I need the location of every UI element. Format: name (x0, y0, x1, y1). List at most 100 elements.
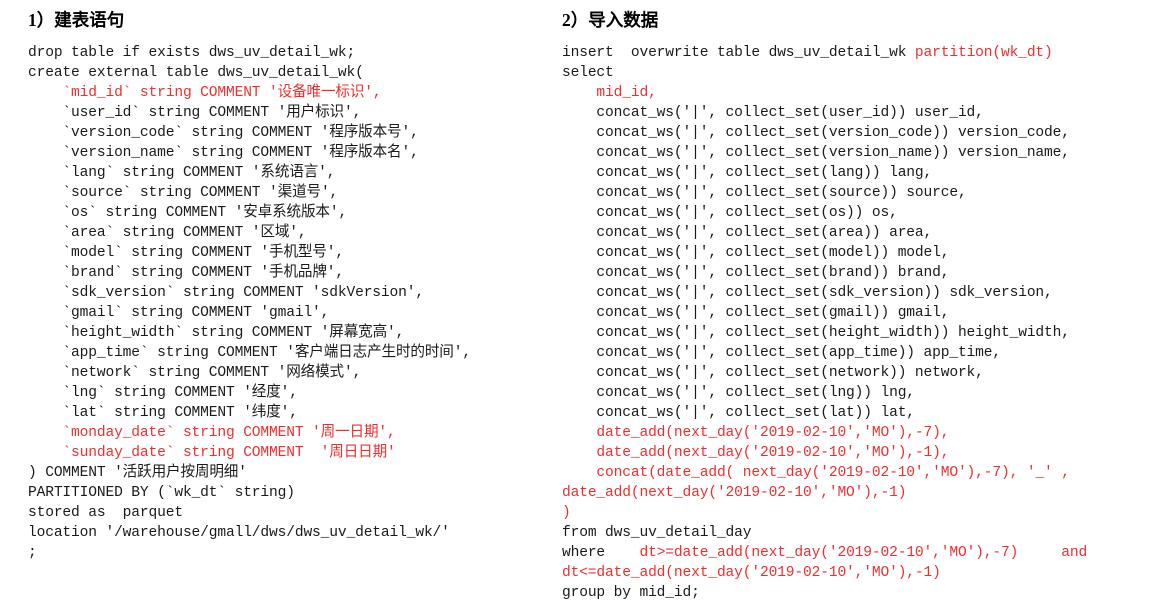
code-text: `model` string COMMENT '手机型号', (28, 245, 345, 261)
code-line: `model` string COMMENT '手机型号', (28, 243, 556, 263)
code-line: `app_time` string COMMENT '客户端日志产生时的时间', (28, 343, 556, 363)
code-line: `height_width` string COMMENT '屏幕宽高', (28, 323, 556, 343)
code-text: `app_time` string COMMENT '客户端日志产生时的时间', (28, 345, 471, 361)
code-line: drop table if exists dws_uv_detail_wk; (28, 43, 556, 63)
code-text: concat_ws('|', collect_set(network)) net… (562, 365, 984, 381)
code-text: concat_ws('|', collect_set(user_id)) use… (562, 105, 984, 121)
code-line: concat_ws('|', collect_set(source)) sour… (562, 183, 1158, 203)
code-line: where dt>=date_add(next_day('2019-02-10'… (562, 543, 1158, 563)
code-text: `user_id` string COMMENT '用户标识', (28, 105, 362, 121)
code-text: drop table if exists dws_uv_detail_wk; (28, 45, 356, 61)
code-text: concat_ws('|', collect_set(sdk_version))… (562, 285, 1053, 301)
code-text: concat_ws('|', collect_set(model)) model… (562, 245, 950, 261)
code-text: `lang` string COMMENT '系统语言', (28, 165, 336, 181)
code-text: concat_ws('|', collect_set(os)) os, (562, 205, 898, 221)
left-section-heading: 1）建表语句 (28, 8, 556, 32)
code-line: insert overwrite table dws_uv_detail_wk … (562, 43, 1158, 63)
code-text: `brand` string COMMENT '手机品牌', (28, 265, 345, 281)
left-heading-text: 建表语句 (54, 10, 125, 30)
code-text: `height_width` string COMMENT '屏幕宽高', (28, 325, 405, 341)
code-text: concat_ws('|', collect_set(gmail)) gmail… (562, 305, 950, 321)
code-text: concat_ws('|', collect_set(app_time)) ap… (562, 345, 1001, 361)
code-line: date_add(next_day('2019-02-10','MO'),-7)… (562, 423, 1158, 443)
code-line: `version_code` string COMMENT '程序版本号', (28, 123, 556, 143)
code-line: stored as parquet (28, 503, 556, 523)
code-text: `sdk_version` string COMMENT 'sdkVersion… (28, 285, 424, 301)
code-text: concat_ws('|', collect_set(source)) sour… (562, 185, 967, 201)
code-text: `network` string COMMENT '网络模式', (28, 365, 362, 381)
code-text-highlight: `monday_date` string COMMENT '周一日期', (28, 425, 396, 441)
code-text: concat_ws('|', collect_set(lat)) lat, (562, 405, 915, 421)
code-text-highlight: date_add(next_day('2019-02-10','MO'),-1)… (562, 445, 950, 461)
code-line: concat_ws('|', collect_set(lat)) lat, (562, 403, 1158, 423)
code-line: location '/warehouse/gmall/dws/dws_uv_de… (28, 523, 556, 543)
code-line: create external table dws_uv_detail_wk( (28, 63, 556, 83)
code-text: ) COMMENT '活跃用户按周明细' (28, 465, 247, 481)
code-text: `lng` string COMMENT '经度', (28, 385, 298, 401)
code-line: concat_ws('|', collect_set(brand)) brand… (562, 263, 1158, 283)
right-column-insert-data: 2）导入数据 insert overwrite table dws_uv_det… (556, 0, 1158, 601)
code-line: `mid_id` string COMMENT '设备唯一标识', (28, 83, 556, 103)
code-text: concat_ws('|', collect_set(version_name)… (562, 145, 1070, 161)
code-text: `gmail` string COMMENT 'gmail', (28, 305, 330, 321)
code-text: location '/warehouse/gmall/dws/dws_uv_de… (28, 525, 450, 541)
code-line: concat_ws('|', collect_set(gmail)) gmail… (562, 303, 1158, 323)
code-line: concat_ws('|', collect_set(version_name)… (562, 143, 1158, 163)
insert-data-sql-block: insert overwrite table dws_uv_detail_wk … (562, 43, 1158, 603)
code-line: group by mid_id; (562, 583, 1158, 603)
code-line: `sunday_date` string COMMENT '周日日期' (28, 443, 556, 463)
code-line: from dws_uv_detail_day (562, 523, 1158, 543)
right-heading-text: 导入数据 (588, 10, 659, 30)
code-line: concat_ws('|', collect_set(version_code)… (562, 123, 1158, 143)
code-text: concat_ws('|', collect_set(version_code)… (562, 125, 1070, 141)
code-line: concat(date_add( next_day('2019-02-10','… (562, 463, 1158, 483)
code-text-highlight: mid_id, (562, 85, 657, 101)
code-text: `os` string COMMENT '安卓系统版本', (28, 205, 348, 221)
code-text: concat_ws('|', collect_set(lng)) lng, (562, 385, 915, 401)
code-text: `version_name` string COMMENT '程序版本名', (28, 145, 419, 161)
code-line: `network` string COMMENT '网络模式', (28, 363, 556, 383)
code-line: date_add(next_day('2019-02-10','MO'),-1) (562, 483, 1158, 503)
code-line: concat_ws('|', collect_set(user_id)) use… (562, 103, 1158, 123)
code-text: select (562, 65, 614, 81)
code-line: concat_ws('|', collect_set(app_time)) ap… (562, 343, 1158, 363)
code-line: concat_ws('|', collect_set(model)) model… (562, 243, 1158, 263)
code-line: concat_ws('|', collect_set(lang)) lang, (562, 163, 1158, 183)
code-text: from dws_uv_detail_day (562, 525, 752, 541)
code-text-highlight: concat(date_add( next_day('2019-02-10','… (562, 465, 1070, 481)
code-text: concat_ws('|', collect_set(lang)) lang, (562, 165, 933, 181)
code-line: `source` string COMMENT '渠道号', (28, 183, 556, 203)
code-text: where (562, 545, 631, 561)
code-line: `os` string COMMENT '安卓系统版本', (28, 203, 556, 223)
code-line: concat_ws('|', collect_set(os)) os, (562, 203, 1158, 223)
code-text-highlight: `sunday_date` string COMMENT '周日日期' (28, 445, 396, 461)
code-line: `area` string COMMENT '区域', (28, 223, 556, 243)
code-text: PARTITIONED BY (`wk_dt` string) (28, 485, 295, 501)
code-line: `user_id` string COMMENT '用户标识', (28, 103, 556, 123)
code-text-highlight: date_add(next_day('2019-02-10','MO'),-7)… (562, 425, 950, 441)
code-line: `monday_date` string COMMENT '周一日期', (28, 423, 556, 443)
code-text-highlight: dt<=date_add(next_day('2019-02-10','MO')… (562, 565, 941, 581)
code-text-highlight: partition(wk_dt) (914, 45, 1053, 61)
code-text: `version_code` string COMMENT '程序版本号', (28, 125, 419, 141)
code-text-highlight: ) (562, 505, 571, 521)
right-section-heading: 2）导入数据 (562, 8, 1158, 32)
code-line: dt<=date_add(next_day('2019-02-10','MO')… (562, 563, 1158, 583)
code-line: select (562, 63, 1158, 83)
code-line: ) COMMENT '活跃用户按周明细' (28, 463, 556, 483)
code-line: `gmail` string COMMENT 'gmail', (28, 303, 556, 323)
code-line: concat_ws('|', collect_set(lng)) lng, (562, 383, 1158, 403)
left-column-create-table: 1）建表语句 drop table if exists dws_uv_detai… (0, 0, 556, 599)
create-table-sql-block: drop table if exists dws_uv_detail_wk;cr… (28, 43, 556, 563)
code-text: create external table dws_uv_detail_wk( (28, 65, 364, 81)
code-text: concat_ws('|', collect_set(brand)) brand… (562, 265, 950, 281)
code-text: `area` string COMMENT '区域', (28, 225, 307, 241)
code-line: mid_id, (562, 83, 1158, 103)
code-text: insert overwrite table dws_uv_detail_wk (562, 45, 915, 61)
code-line: PARTITIONED BY (`wk_dt` string) (28, 483, 556, 503)
code-line: `sdk_version` string COMMENT 'sdkVersion… (28, 283, 556, 303)
code-line: `lat` string COMMENT '纬度', (28, 403, 556, 423)
code-text-highlight: dt>=date_add(next_day('2019-02-10','MO')… (630, 545, 1088, 561)
code-line: concat_ws('|', collect_set(network)) net… (562, 363, 1158, 383)
code-text-highlight: `mid_id` string COMMENT '设备唯一标识', (28, 85, 382, 101)
